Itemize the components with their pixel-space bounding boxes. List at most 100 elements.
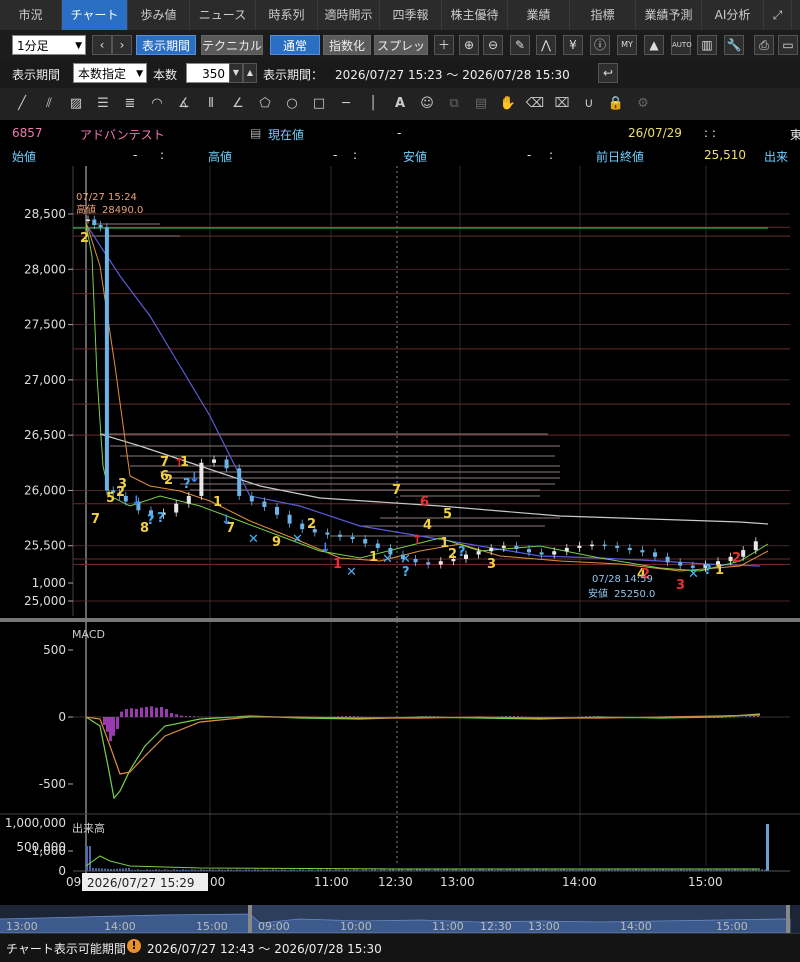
svg-text:5: 5 <box>443 507 452 522</box>
magnet-tool-icon[interactable]: ∪ <box>579 94 599 114</box>
trend-icon[interactable]: ⋀ <box>536 35 556 55</box>
svg-text:✕: ✕ <box>382 552 393 567</box>
board-icon[interactable]: ▤ <box>250 126 261 140</box>
macd-bar <box>175 714 178 717</box>
candle-body <box>539 552 544 555</box>
circle-tool-icon[interactable]: ○ <box>282 94 302 114</box>
spread-button[interactable]: スプレッド <box>374 35 428 73</box>
macd-bar <box>109 717 112 742</box>
stamp-tool-icon[interactable]: ☺ <box>417 94 437 114</box>
candle-body <box>753 541 758 551</box>
print-icon[interactable]: ⎙ <box>754 35 774 55</box>
index-button[interactable]: 指数化 <box>323 35 371 55</box>
svg-text:?: ? <box>147 513 155 528</box>
candle-body <box>678 562 683 566</box>
settings-tool-icon[interactable]: ⚙ <box>633 94 653 114</box>
period-mode-select[interactable]: 本数指定 ▼ <box>73 63 147 83</box>
candle-body <box>552 551 557 555</box>
fibo-tool-icon[interactable]: ≣ <box>120 94 140 114</box>
zoom-out-icon[interactable]: ⊖ <box>483 35 503 55</box>
time-navigator[interactable]: 13:00 14:00 15:00 09:00 10:00 11:00 12:3… <box>0 905 800 934</box>
volume-tick: 0 <box>58 864 66 878</box>
reset-icon[interactable]: ↩ <box>598 63 618 83</box>
tab-market[interactable]: 市況 <box>0 0 62 30</box>
text-tool-icon[interactable]: A <box>390 94 410 114</box>
tab-shikiho[interactable]: 四季報 <box>380 0 442 30</box>
zoom-in-icon[interactable]: ⊕ <box>459 35 479 55</box>
candle-body <box>363 539 368 544</box>
area-icon[interactable]: ▲ <box>644 35 664 55</box>
next-icon[interactable]: › <box>112 35 132 55</box>
count-up-icon[interactable]: ▲ <box>243 63 257 83</box>
technical-button[interactable]: テクニカル <box>201 35 263 55</box>
macd-bar <box>165 708 168 717</box>
angle-tool-icon[interactable]: ∠ <box>228 94 248 114</box>
line-tool-icon[interactable]: ╱ <box>12 94 32 114</box>
tab-results[interactable]: 業績 <box>508 0 570 30</box>
prev-icon[interactable]: ‹ <box>92 35 112 55</box>
candle-body <box>237 468 242 496</box>
nav-tick: 12:30 <box>480 920 512 933</box>
my-icon[interactable]: MY <box>617 35 637 55</box>
tab-chart[interactable]: チャート <box>62 0 128 30</box>
chart-svg[interactable]: 28,500 28,000 27,500 27,000 26,500 26,000 25,5… <box>0 166 800 906</box>
erase-all-tool-icon[interactable]: ⌧ <box>552 94 572 114</box>
interval-select[interactable]: 1分足 ▼ <box>12 35 86 55</box>
candle-icon[interactable]: ▥ <box>697 35 717 55</box>
hline-tool-icon[interactable]: ─ <box>336 94 356 114</box>
tab-forecast[interactable]: 業績予測 <box>636 0 702 30</box>
candle-body <box>86 219 90 222</box>
lock-tool-icon[interactable]: 🔒 <box>606 94 626 114</box>
auto-icon[interactable]: AUTO <box>671 35 692 55</box>
vlines-tool-icon[interactable]: ⦀ <box>201 94 221 114</box>
rect-tool-icon[interactable]: □ <box>309 94 329 114</box>
fan-tool-icon[interactable]: ∡ <box>174 94 194 114</box>
copy-tool-icon[interactable]: ⧉ <box>444 94 464 114</box>
svg-text:✕: ✕ <box>292 532 303 547</box>
tab-tick[interactable]: 歩み値 <box>128 0 190 30</box>
normal-button[interactable]: 通常 <box>270 35 320 55</box>
range-label: 表示期間： <box>263 68 324 82</box>
yen-icon[interactable]: ¥ <box>563 35 583 55</box>
tab-timeseries[interactable]: 時系列 <box>256 0 318 30</box>
eraser-tool-icon[interactable]: ⌫ <box>525 94 545 114</box>
parallel-tool-icon[interactable]: ⫽ <box>39 94 59 114</box>
period-row: 表示期間 本数指定 ▼ 本数 350 ▼ ▲ 表示期間： 2026/07/27 1… <box>0 60 800 88</box>
period-button[interactable]: 表示期間 <box>136 35 196 55</box>
tab-disclosure[interactable]: 適時開示 <box>318 0 380 30</box>
window-icon[interactable]: ▭ <box>778 35 798 55</box>
x-tick: 15:00 <box>688 875 723 889</box>
volume-tick: 1,000,000 <box>5 816 66 830</box>
candle-body <box>413 558 418 563</box>
x-tick: 12:30 <box>378 875 413 889</box>
count-input[interactable]: 350 <box>186 63 230 83</box>
macd-bar <box>120 711 123 717</box>
list-tool-icon[interactable]: ▤ <box>471 94 491 114</box>
chart-area[interactable]: 28,500 28,000 27,500 27,000 26,500 26,000 25,5… <box>0 166 800 906</box>
tab-ai-analysis[interactable]: AI分析 <box>702 0 764 30</box>
macd-bar <box>112 717 115 736</box>
crosshair-icon[interactable]: ＋ <box>434 35 454 55</box>
pen-icon[interactable]: ✎ <box>510 35 530 55</box>
count-down-icon[interactable]: ▼ <box>229 63 243 83</box>
low-time: : <box>549 148 554 162</box>
tab-benefits[interactable]: 株主優待 <box>442 0 508 30</box>
hand-tool-icon[interactable]: ✋ <box>498 94 518 114</box>
candle-body <box>104 227 109 491</box>
price-tick: 26,500 <box>24 428 66 442</box>
arc-tool-icon[interactable]: ◠ <box>147 94 167 114</box>
info-icon[interactable]: ⓘ <box>590 35 610 55</box>
wrench-icon[interactable]: 🔧 <box>724 35 744 55</box>
volume-title: 出来高 <box>72 821 105 835</box>
expand-icon[interactable]: ⤢ <box>764 0 792 30</box>
hlines-tool-icon[interactable]: ☰ <box>93 94 113 114</box>
price-tick: 27,500 <box>24 318 66 332</box>
tab-indicators[interactable]: 指標 <box>570 0 636 30</box>
vline-tool-icon[interactable]: │ <box>363 94 383 114</box>
candle-body <box>615 545 620 548</box>
channel-tool-icon[interactable]: ▨ <box>66 94 86 114</box>
tab-news[interactable]: ニュース <box>190 0 256 30</box>
pentagon-tool-icon[interactable]: ⬠ <box>255 94 275 114</box>
price-tick: 25,500 <box>24 539 66 553</box>
candle-body <box>212 459 216 463</box>
